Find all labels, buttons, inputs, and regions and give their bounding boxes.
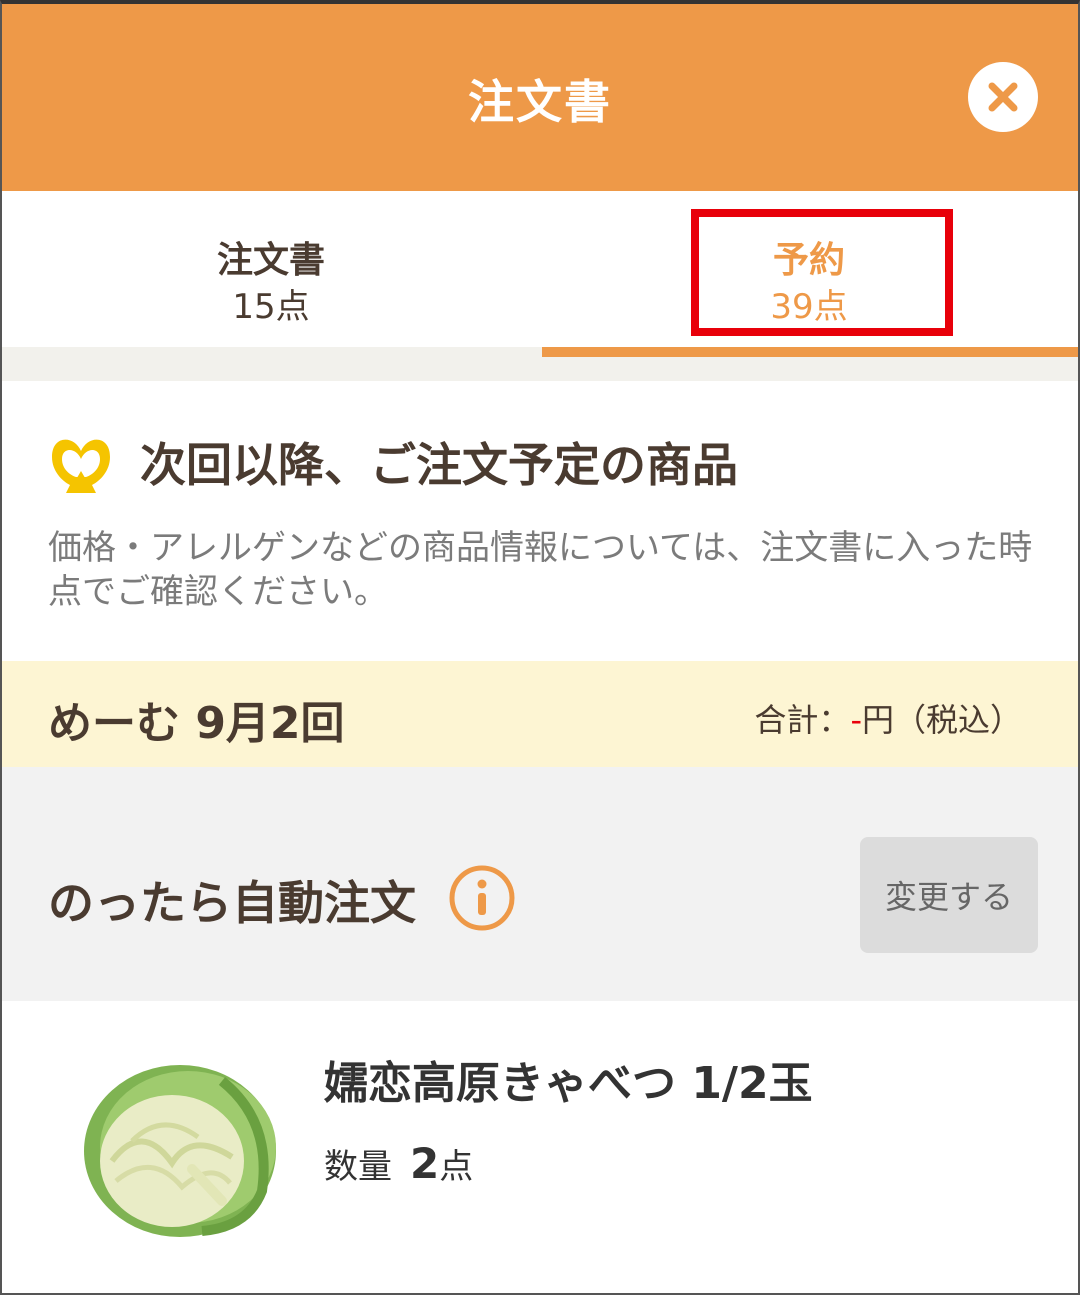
cabbage-image (84, 1065, 276, 1237)
quantity-label: 数量 (324, 1147, 392, 1187)
total-value: - (850, 701, 862, 739)
page-title: 注文書 (468, 75, 612, 129)
product-name: 嬬恋高原きゃべつ 1/2玉 (324, 1058, 813, 1109)
section-header: 次回以降、ご注文予定の商品 価格・アレルゲンなどの商品情報については、注文書に入… (2, 381, 1078, 661)
active-tab-indicator (542, 347, 1078, 357)
info-icon[interactable] (447, 863, 517, 933)
section-description: 価格・アレルゲンなどの商品情報については、注文書に入った時点でご確認ください。 (48, 528, 1033, 612)
total-prefix: 合計： (754, 701, 851, 739)
close-button[interactable] (968, 62, 1038, 132)
total-suffix: 円（税込） (861, 701, 1022, 739)
header: 注文書 (2, 4, 1078, 191)
close-icon (988, 82, 1018, 112)
quantity-value: 2 (410, 1139, 440, 1188)
auto-order-label: のったら自動注文 (48, 876, 416, 930)
highlight-annotation (691, 209, 953, 336)
delivery-label: めーむ 9月2回 (48, 698, 345, 749)
auto-order-bar: のったら自動注文 変更する (2, 767, 1078, 1001)
product-item[interactable]: 嬬恋高原きゃべつ 1/2玉 数量 2点 (2, 1001, 1078, 1293)
logo-icon (52, 439, 110, 493)
section-title: 次回以降、ご注文予定の商品 (140, 438, 738, 492)
quantity-unit: 点 (439, 1147, 474, 1187)
tab-order-form[interactable]: 注文書 15点 (2, 191, 540, 346)
delivery-bar: めーむ 9月2回 合計：-円（税込） (2, 661, 1078, 767)
total-amount: 合計：-円（税込） (754, 695, 1022, 741)
change-button[interactable]: 変更する (860, 837, 1038, 953)
tab-count: 15点 (232, 287, 310, 327)
product-quantity: 数量 2点 (324, 1139, 473, 1188)
tab-label: 注文書 (216, 240, 325, 281)
app-frame: 注文書 注文書 15点 予約 39点 次回以降、ご注文予定の商品 価格・アレルゲ… (0, 0, 1080, 1295)
